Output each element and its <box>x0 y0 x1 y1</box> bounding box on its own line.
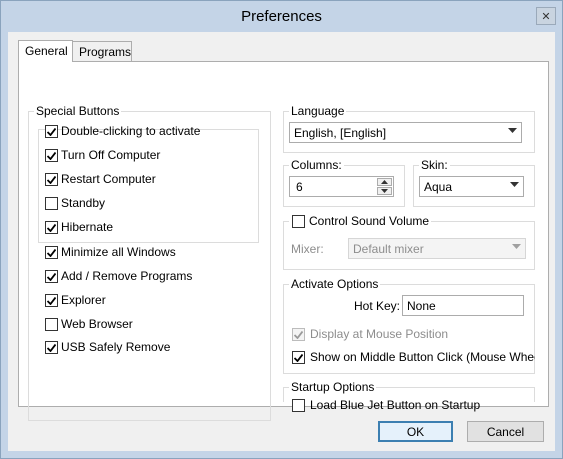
startup-options-legend: Startup Options <box>289 380 377 394</box>
language-value: English, [English] <box>294 126 387 140</box>
spin-down-button[interactable] <box>377 187 392 195</box>
special-button-label: Hibernate <box>61 220 114 234</box>
language-select[interactable]: English, [English] <box>289 122 522 143</box>
chevron-down-icon <box>510 182 519 187</box>
skin-select[interactable]: Aqua <box>419 176 524 197</box>
skin-value: Aqua <box>424 180 453 194</box>
ok-button-label: OK <box>406 424 425 439</box>
special-button-checkbox[interactable] <box>45 318 58 331</box>
general-tab-panel: Special Buttons Double-clicking to activ… <box>18 61 549 421</box>
middle-click-checkbox[interactable] <box>292 351 305 364</box>
special-button-checkbox[interactable] <box>45 173 58 186</box>
chevron-down-icon <box>381 189 388 193</box>
load-on-startup-checkbox[interactable] <box>292 399 305 412</box>
skin-legend: Skin: <box>419 158 450 172</box>
columns-spinner[interactable]: 6 <box>289 176 394 197</box>
control-sound-volume-label: Control Sound Volume <box>309 214 430 228</box>
chevron-up-icon <box>381 180 388 184</box>
special-button-checkbox[interactable] <box>45 149 58 162</box>
checkmark-icon <box>47 223 56 232</box>
tab-general-label: General <box>25 44 68 58</box>
cancel-button-label: Cancel <box>486 424 525 439</box>
hot-key-input[interactable]: None <box>402 295 524 316</box>
special-button-checkbox[interactable] <box>45 197 58 210</box>
mixer-value: Default mixer <box>353 242 424 256</box>
special-button-label: Add / Remove Programs <box>61 269 193 283</box>
display-at-mouse-checkbox[interactable] <box>292 328 305 341</box>
tab-programs[interactable]: Programs <box>72 41 132 61</box>
language-legend: Language <box>289 104 347 118</box>
special-button-checkbox[interactable] <box>45 341 58 354</box>
special-button-label: Minimize all Windows <box>61 245 176 259</box>
special-button-label: Web Browser <box>61 317 133 331</box>
tab-general[interactable]: General <box>18 40 73 62</box>
sound-legend: Control Sound Volume <box>289 214 432 228</box>
special-button-checkbox[interactable] <box>45 221 58 234</box>
special-button-label: Double-clicking to activate <box>61 124 201 138</box>
checkmark-icon <box>47 343 56 352</box>
display-at-mouse-label: Display at Mouse Position <box>310 327 449 341</box>
cancel-button[interactable]: Cancel <box>467 421 544 442</box>
special-buttons-legend: Special Buttons <box>34 104 122 118</box>
special-button-label: Standby <box>61 196 106 210</box>
hot-key-label: Hot Key: <box>354 299 401 313</box>
hot-key-value: None <box>407 299 436 313</box>
special-button-checkbox[interactable] <box>45 125 58 138</box>
special-button-label: Restart Computer <box>61 172 156 186</box>
checkmark-icon <box>294 330 303 339</box>
special-button-label: Turn Off Computer <box>61 148 161 162</box>
mixer-select[interactable]: Default mixer <box>348 238 526 259</box>
checkmark-icon <box>47 127 56 136</box>
tab-programs-label: Programs <box>79 45 132 59</box>
checkmark-icon <box>47 272 56 281</box>
special-button-checkbox[interactable] <box>45 270 58 283</box>
window-title: Preferences <box>241 8 322 25</box>
close-button[interactable]: ✕ <box>536 7 556 25</box>
close-icon: ✕ <box>541 10 551 23</box>
chevron-down-icon <box>508 128 517 133</box>
spin-up-button[interactable] <box>377 178 392 186</box>
checkmark-icon <box>47 248 56 257</box>
activate-options-legend: Activate Options <box>289 277 381 291</box>
load-on-startup-label: Load Blue Jet Button on Startup <box>310 398 481 412</box>
special-button-label: USB Safely Remove <box>61 340 171 354</box>
special-button-checkbox[interactable] <box>45 246 58 259</box>
chevron-down-icon <box>512 244 521 249</box>
checkmark-icon <box>47 175 56 184</box>
title-bar[interactable]: Preferences ✕ <box>1 1 562 32</box>
columns-value: 6 <box>296 180 303 194</box>
columns-legend: Columns: <box>289 158 344 172</box>
preferences-window: Preferences ✕ General Programs Special B… <box>0 0 563 459</box>
ok-button[interactable]: OK <box>378 421 453 442</box>
mixer-label: Mixer: <box>291 242 324 256</box>
middle-click-label: Show on Middle Button Click (Mouse Wheel… <box>310 350 535 364</box>
checkmark-icon <box>47 151 56 160</box>
special-button-label: Explorer <box>61 293 106 307</box>
dialog-client: General Programs Special Buttons Double-… <box>8 32 555 451</box>
special-button-checkbox[interactable] <box>45 294 58 307</box>
checkmark-icon <box>47 296 56 305</box>
control-sound-volume-checkbox[interactable] <box>292 215 305 228</box>
checkmark-icon <box>294 353 303 362</box>
